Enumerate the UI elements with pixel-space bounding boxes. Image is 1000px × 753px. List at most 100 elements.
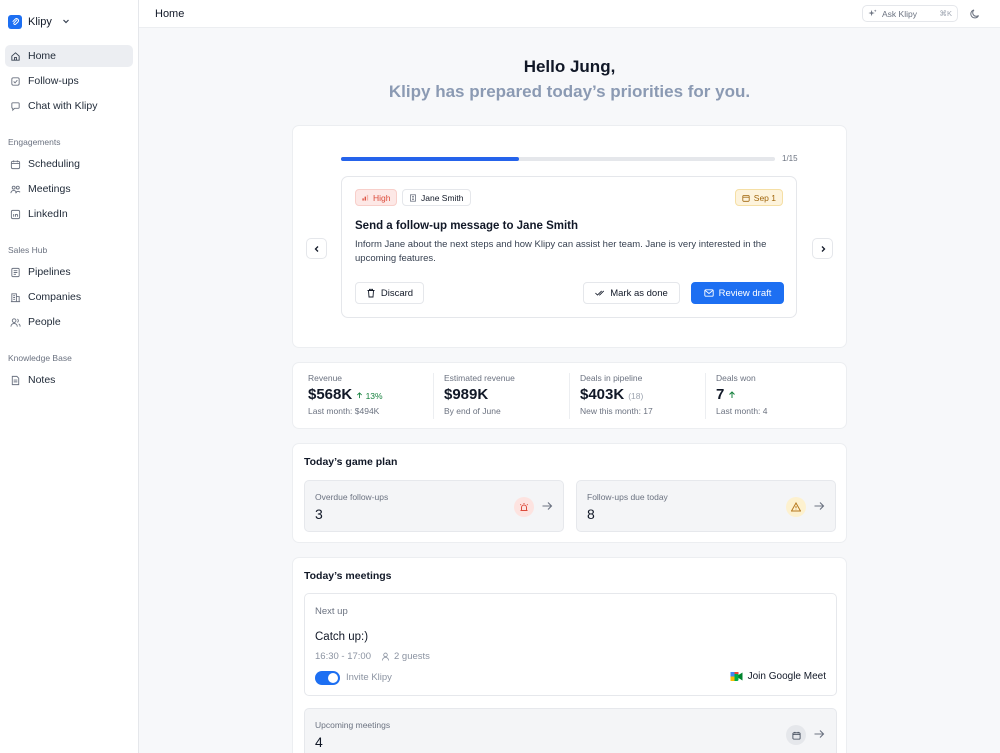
building-icon <box>410 193 416 202</box>
sidebar-item-companies[interactable]: Companies <box>5 286 133 308</box>
meeting-title: Catch up:) <box>315 631 369 643</box>
priority-card: 1/15 High Jane Smith Sep 1 Send a follow… <box>292 125 847 348</box>
priority-badge: High <box>355 189 398 206</box>
workspace-name: Klipy <box>28 16 52 28</box>
person-icon <box>381 652 390 661</box>
topbar: Home Ask Klipy ⌘K <box>139 0 1000 28</box>
discard-label: Discard <box>380 287 414 299</box>
workspace-switcher[interactable]: Klipy <box>8 13 70 31</box>
meeting-time: 16:30 - 17:00 <box>315 651 371 662</box>
sidebar-item-follow-ups[interactable]: Follow-ups <box>5 70 133 92</box>
arrow-up-icon <box>357 392 363 399</box>
klipy-logo-icon <box>8 15 22 29</box>
stat-footnote: Last month: 4 <box>716 406 768 416</box>
priority-progress-fill <box>341 157 519 161</box>
tile-label: Upcoming meetings <box>315 720 391 730</box>
sidebar-item-pipelines[interactable]: Pipelines <box>5 261 133 283</box>
greeting-subtitle: Klipy has prepared today’s priorities fo… <box>388 82 751 101</box>
sidebar-item-label: Pipelines <box>28 266 71 278</box>
sidebar-item-scheduling[interactable]: Scheduling <box>5 153 133 175</box>
review-draft-label: Review draft <box>718 287 772 299</box>
people-icon <box>10 317 21 328</box>
join-google-meet-button[interactable]: Join Google Meet <box>730 671 826 682</box>
sidebar-item-people[interactable]: People <box>5 311 133 333</box>
stat-footnote: New this month: 17 <box>580 406 653 416</box>
next-button[interactable] <box>812 238 833 259</box>
sidebar-item-label: Follow-ups <box>28 75 79 87</box>
stat-label: Estimated revenue <box>444 373 515 383</box>
moon-icon[interactable] <box>969 8 981 20</box>
mark-as-done-label: Mark as done <box>610 287 668 299</box>
task-card: High Jane Smith Sep 1 Send a follow-up m… <box>341 176 797 318</box>
stat-label: Deals in pipeline <box>580 373 643 383</box>
game-plan-card: Today’s game plan Overdue follow-ups 3 F… <box>292 443 847 543</box>
arrow-right-icon <box>814 730 825 738</box>
tile-label: Overdue follow-ups <box>315 492 389 502</box>
stat-value: $568K 13% <box>308 386 436 403</box>
review-draft-button[interactable]: Review draft <box>691 282 784 304</box>
sidebar-item-label: LinkedIn <box>28 208 68 220</box>
priority-progress-bar <box>341 157 775 161</box>
stat-estimated-revenue: Estimated revenue $989K By end of June <box>444 373 572 416</box>
notes-icon <box>10 375 21 386</box>
chevron-down-icon <box>62 17 70 27</box>
sidebar-item-label: Home <box>28 50 57 62</box>
task-description: Inform Jane about the next steps and how… <box>355 239 767 264</box>
chevron-left-icon <box>314 245 318 252</box>
previous-button[interactable] <box>306 238 327 259</box>
stat-value-text: $568K <box>308 386 353 403</box>
sidebar-item-label: Companies <box>28 291 82 303</box>
shortcut-hint: ⌘K <box>939 9 952 18</box>
mail-icon <box>703 289 714 297</box>
upcoming-meetings-tile[interactable]: Upcoming meetings 4 <box>304 708 837 753</box>
stat-value: $989K <box>444 386 572 403</box>
toggle-knob <box>328 673 338 683</box>
meetings-icon <box>10 184 21 195</box>
meetings-card: Today’s meetings Next up Catch up:) 16:3… <box>292 557 847 753</box>
section-label-engagements: Engagements <box>8 137 61 147</box>
divider <box>569 373 570 419</box>
stat-value-text: 7 <box>716 386 725 403</box>
mark-as-done-button[interactable]: Mark as done <box>583 282 680 304</box>
building-icon <box>10 292 21 303</box>
linkedin-icon <box>10 209 21 220</box>
sidebar-item-label: Notes <box>28 374 56 386</box>
sidebar-item-home[interactable]: Home <box>5 45 133 67</box>
section-label-sales-hub: Sales Hub <box>8 245 48 255</box>
tile-count: 8 <box>587 506 595 522</box>
warning-icon <box>786 497 806 517</box>
contact-badge[interactable]: Jane Smith <box>402 189 471 206</box>
sidebar-item-meetings[interactable]: Meetings <box>5 178 133 200</box>
sidebar-item-linkedin[interactable]: LinkedIn <box>5 203 133 225</box>
sidebar-item-chat[interactable]: Chat with Klipy <box>5 95 133 117</box>
sidebar: Klipy Home Follow-ups Chat with Klipy En… <box>0 0 139 753</box>
sidebar-item-label: People <box>28 316 61 328</box>
discard-button[interactable]: Discard <box>355 282 424 304</box>
invite-klipy-toggle[interactable] <box>315 671 340 685</box>
stat-deals-in-pipeline: Deals in pipeline $403K (18) New this mo… <box>580 373 708 416</box>
tile-count: 3 <box>315 506 323 522</box>
sidebar-item-notes[interactable]: Notes <box>5 369 133 391</box>
arrow-up-icon <box>729 391 736 398</box>
siren-icon <box>514 497 534 517</box>
join-google-meet-label: Join Google Meet <box>747 671 826 682</box>
section-label-knowledge-base: Knowledge Base <box>8 353 72 363</box>
follow-ups-due-today-tile[interactable]: Follow-ups due today 8 <box>576 480 836 532</box>
stats-card: Revenue $568K 13% Last month: $494K Esti… <box>292 362 847 429</box>
invite-klipy-label: Invite Klipy <box>346 672 392 683</box>
deal-count: (18) <box>628 391 644 401</box>
due-date-label: Sep 1 <box>753 192 776 203</box>
calendar-icon <box>742 194 750 202</box>
priority-progress-label: 1/15 <box>782 154 798 163</box>
tile-label: Follow-ups due today <box>587 492 668 502</box>
page-title: Home <box>155 8 185 20</box>
overdue-follow-ups-tile[interactable]: Overdue follow-ups 3 <box>304 480 564 532</box>
chat-icon <box>10 101 21 112</box>
ask-klipy-button[interactable]: Ask Klipy ⌘K <box>862 5 958 22</box>
sidebar-item-label: Scheduling <box>28 158 80 170</box>
trash-icon <box>367 288 375 298</box>
calendar-icon <box>786 725 806 745</box>
greeting-title: Hello Jung, <box>523 57 616 76</box>
stat-label: Deals won <box>716 373 756 383</box>
arrow-right-icon <box>542 502 553 510</box>
